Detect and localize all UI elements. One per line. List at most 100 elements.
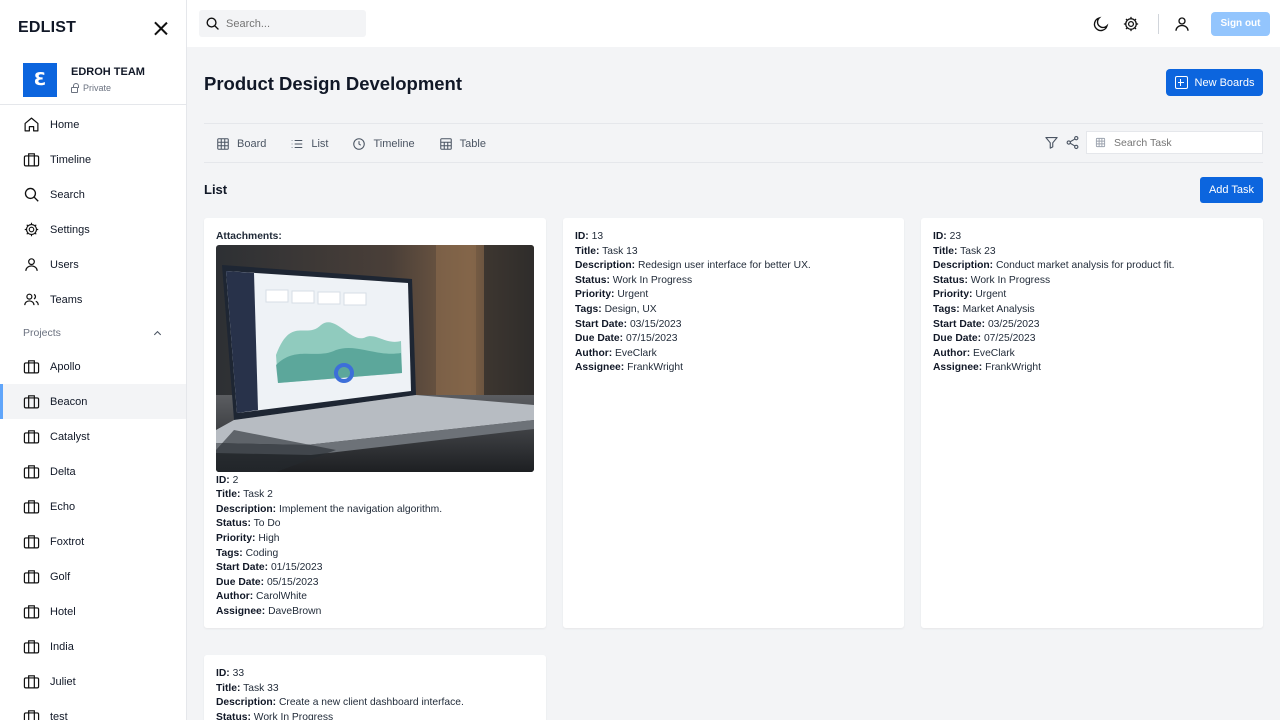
sidebar-project-beacon[interactable]: Beacon <box>0 384 186 419</box>
share-icon[interactable] <box>1065 135 1080 150</box>
sidebar-item-label: Echo <box>50 500 76 513</box>
search-task-field[interactable] <box>1086 131 1263 154</box>
task-field-author: Author: CarolWhite <box>216 591 307 603</box>
table-icon <box>439 138 452 150</box>
task-field-author: Author: EveClark <box>575 347 657 359</box>
task-field-due-date: Due Date: 07/25/2023 <box>933 333 1036 345</box>
sidebar-project-juliet[interactable]: Juliet <box>0 664 186 699</box>
sidebar-item-home[interactable]: Home <box>0 107 186 142</box>
add-task-button[interactable]: Add Task <box>1200 177 1263 203</box>
user-icon[interactable] <box>1173 15 1191 33</box>
briefcase-icon <box>23 675 40 689</box>
task-card[interactable]: ID: 33 Title: Task 33 Description: Creat… <box>204 655 546 720</box>
chevron-up-icon <box>153 330 162 335</box>
moon-icon[interactable] <box>1092 15 1110 33</box>
tab-list[interactable]: List <box>278 125 341 163</box>
sidebar-item-label: Teams <box>50 293 83 306</box>
divider <box>204 123 1263 124</box>
sidebar-item-label: Settings <box>50 223 90 236</box>
sidebar-project-india[interactable]: India <box>0 629 186 664</box>
task-field-assignee: Assignee: FrankWright <box>933 362 1041 374</box>
sidebar-item-settings[interactable]: Settings <box>0 212 186 247</box>
top-actions: Sign out <box>1080 0 1270 47</box>
sidebar-project-hotel[interactable]: Hotel <box>0 594 186 629</box>
team-name: EDROH TEAM <box>71 66 145 78</box>
list-icon <box>292 139 303 148</box>
laptop-photo <box>216 244 534 472</box>
sidebar-item-label: Delta <box>50 465 76 478</box>
attachments-label: Attachments: <box>216 231 282 242</box>
sidebar-item-label: Hotel <box>50 605 76 618</box>
tab-table[interactable]: Table <box>427 125 498 163</box>
sidebar-project-echo[interactable]: Echo <box>0 489 186 524</box>
sidebar-project-delta[interactable]: Delta <box>0 454 186 489</box>
search-task-input[interactable] <box>1114 136 1254 149</box>
task-card[interactable]: Attachments: ID: 2 Title: Task 2 Descrip… <box>204 218 546 628</box>
projects-section-header[interactable]: Projects <box>0 317 186 349</box>
sidebar-project-catalyst[interactable]: Catalyst <box>0 419 186 454</box>
sidebar-item-label: India <box>50 640 74 653</box>
sidebar-project-apollo[interactable]: Apollo <box>0 349 186 384</box>
sidebar-item-label: Catalyst <box>50 430 90 443</box>
task-card[interactable]: ID: 13 Title: Task 13 Description: Redes… <box>563 218 904 628</box>
close-icon[interactable] <box>154 21 168 35</box>
task-field-author: Author: EveClark <box>933 347 1015 359</box>
task-field-due-date: Due Date: 07/15/2023 <box>575 333 678 345</box>
new-boards-button[interactable]: New Boards <box>1166 69 1263 96</box>
briefcase-icon <box>23 395 40 409</box>
search-input[interactable] <box>226 17 356 30</box>
sidebar-header: EDLIST <box>0 0 186 55</box>
tab-timeline[interactable]: Timeline <box>340 125 426 163</box>
brand-logo: EDLIST <box>18 18 77 36</box>
tab-board[interactable]: Board <box>204 125 278 163</box>
lock-icon <box>71 82 79 93</box>
briefcase-icon <box>23 710 40 720</box>
projects-label: Projects <box>23 327 61 339</box>
sidebar: EDLIST Ɛ EDROH TEAM Private Home Timelin… <box>0 0 187 720</box>
sidebar-item-teams[interactable]: Teams <box>0 282 186 317</box>
task-field-description: Description: Redesign user interface for… <box>575 260 811 272</box>
sidebar-item-label: test <box>50 710 68 720</box>
team-visibility: Private <box>71 82 145 93</box>
task-field-start-date: Start Date: 03/25/2023 <box>933 318 1040 330</box>
grid-icon <box>1095 137 1106 148</box>
task-field-title: Title: Task 13 <box>575 245 638 257</box>
global-search[interactable] <box>199 10 366 37</box>
briefcase-icon <box>23 430 40 444</box>
search-icon <box>24 187 39 202</box>
sidebar-project-golf[interactable]: Golf <box>0 559 186 594</box>
task-field-tags: Tags: Design, UX <box>575 303 657 315</box>
sidebar-project-foxtrot[interactable]: Foxtrot <box>0 524 186 559</box>
tab-tools <box>1038 131 1263 154</box>
briefcase-icon <box>23 465 40 479</box>
sidebar-item-label: Foxtrot <box>50 535 85 548</box>
task-field-id: ID: 33 <box>216 668 245 679</box>
sidebar-item-search[interactable]: Search <box>0 177 186 212</box>
user-icon <box>25 258 38 271</box>
sidebar-item-timeline[interactable]: Timeline <box>0 142 186 177</box>
sidebar-item-label: Search <box>50 188 85 201</box>
sidebar-item-label: Users <box>50 258 79 271</box>
sidebar-project-test[interactable]: test <box>0 699 186 720</box>
view-tabs: Board List Timeline Table <box>204 125 498 163</box>
list-heading: List <box>204 182 228 197</box>
task-card[interactable]: ID: 23 Title: Task 23 Description: Condu… <box>921 218 1263 628</box>
task-field-status: Status: Work In Progress <box>216 711 334 720</box>
team-card[interactable]: Ɛ EDROH TEAM Private <box>0 55 186 105</box>
briefcase-icon <box>23 153 40 167</box>
sidebar-item-label: Apollo <box>50 360 81 373</box>
briefcase-icon <box>23 500 40 514</box>
task-field-due-date: Due Date: 05/15/2023 <box>216 576 319 588</box>
briefcase-icon <box>23 535 40 549</box>
briefcase-icon <box>23 570 40 584</box>
filter-icon[interactable] <box>1044 135 1059 150</box>
attachment-image[interactable] <box>216 244 534 472</box>
task-field-id: ID: 13 <box>575 231 604 242</box>
main-content: Product Design Development New Boards Bo… <box>187 47 1280 720</box>
sidebar-item-label: Golf <box>50 570 71 583</box>
users-icon <box>24 293 39 306</box>
sign-out-button[interactable]: Sign out <box>1211 11 1270 36</box>
gear-icon[interactable] <box>1122 15 1140 33</box>
sidebar-item-users[interactable]: Users <box>0 247 186 282</box>
team-logo: Ɛ <box>23 62 57 97</box>
